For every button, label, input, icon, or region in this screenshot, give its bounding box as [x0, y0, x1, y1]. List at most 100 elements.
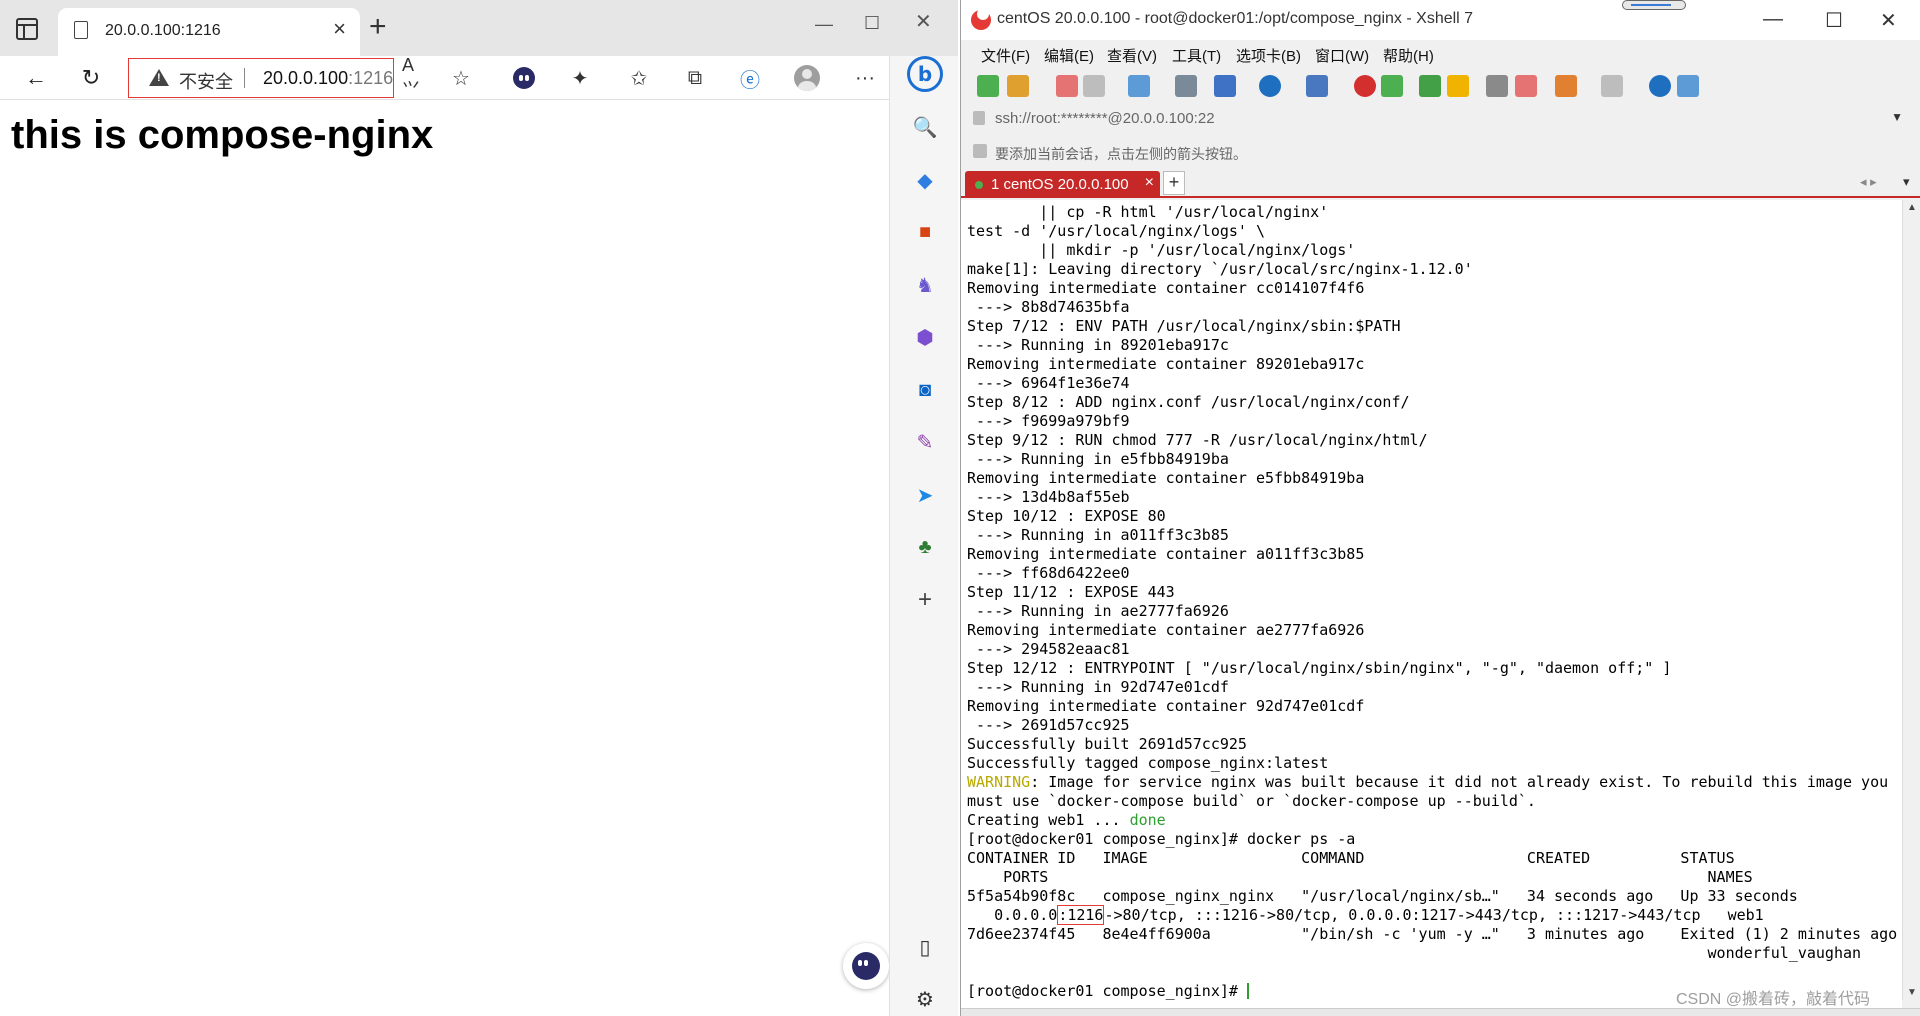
- security-label[interactable]: 不安全: [179, 68, 233, 94]
- floating-assistant-button[interactable]: [843, 943, 889, 989]
- tab-nav-arrows-icon[interactable]: ◂ ▸: [1860, 174, 1877, 190]
- terminal-line: Successfully built 2691d57cc925: [967, 735, 1902, 754]
- properties-icon[interactable]: [1128, 75, 1150, 97]
- maximize-icon[interactable]: ☐: [864, 13, 880, 33]
- scroll-up-icon[interactable]: ▲: [1907, 202, 1917, 213]
- new-session-icon[interactable]: [977, 75, 999, 97]
- tab-actions-icon[interactable]: [16, 18, 38, 40]
- add-favorite-icon[interactable]: ☆: [447, 64, 475, 92]
- terminal-line: ---> Running in e5fbb84919ba: [967, 450, 1902, 469]
- url-text[interactable]: 20.0.0.100:1216: [263, 68, 393, 89]
- terminal-line: wonderful_vaughan: [967, 944, 1902, 963]
- shopping-tag-icon[interactable]: ◆: [912, 167, 938, 193]
- terminal-line: Removing intermediate container 89201eba…: [967, 355, 1902, 374]
- tile-icon[interactable]: [1601, 75, 1623, 97]
- highlight-icon[interactable]: [1515, 75, 1537, 97]
- xshell-icon[interactable]: [1354, 75, 1376, 97]
- office-icon[interactable]: ⬢: [912, 324, 938, 350]
- minimize-icon[interactable]: —: [815, 14, 833, 34]
- search-icon[interactable]: 🔍: [912, 114, 938, 140]
- address-separator: [244, 68, 245, 88]
- sidebar-layout-icon[interactable]: ▯: [912, 934, 938, 960]
- menu-file[interactable]: 文件(F): [981, 45, 1030, 66]
- close-window-icon[interactable]: ✕: [915, 12, 932, 32]
- session-address-bar[interactable]: ssh://root:********@20.0.0.100:22 ▼: [973, 106, 1909, 132]
- warning-icon[interactable]: [149, 69, 169, 86]
- terminal-output[interactable]: || cp -R html '/usr/local/nginx' test -d …: [961, 200, 1902, 1010]
- terminal-line: Step 11/12 : EXPOSE 443: [967, 583, 1902, 602]
- menu-tabs[interactable]: 选项卡(B): [1236, 45, 1301, 66]
- menu-help[interactable]: 帮助(H): [1383, 45, 1434, 66]
- terminal-line: ---> 8b8d74635bfa: [967, 298, 1902, 317]
- lock-icon[interactable]: [1447, 75, 1469, 97]
- bookmark-icon[interactable]: [973, 144, 987, 158]
- maximize-icon[interactable]: ☐: [1825, 8, 1843, 33]
- help-icon[interactable]: [1649, 75, 1671, 97]
- terminal-text: Removing intermediate container ae2777fa…: [967, 621, 1365, 639]
- send-icon[interactable]: ➤: [912, 482, 938, 508]
- read-aloud-icon[interactable]: A⺍: [402, 55, 430, 100]
- keyboard-icon[interactable]: [1486, 75, 1508, 97]
- terminal-text: ---> Running in 89201eba917c: [967, 336, 1229, 354]
- chat-icon[interactable]: [1677, 75, 1699, 97]
- compose-bar-toggle[interactable]: [1622, 0, 1686, 10]
- browser-tab-active[interactable]: 20.0.0.100:1216 ×: [58, 8, 360, 56]
- edit-icon[interactable]: ✎: [912, 429, 938, 455]
- add-icon[interactable]: +: [912, 586, 938, 613]
- puzzle-icon[interactable]: ✦: [566, 64, 594, 92]
- terminal-text: Creating web1 ...: [967, 811, 1130, 829]
- menu-window[interactable]: 窗口(W): [1315, 45, 1369, 66]
- terminal-line: PORTS NAMES: [967, 868, 1902, 887]
- layout-icon[interactable]: [1214, 75, 1236, 97]
- back-arrow-icon[interactable]: ←: [22, 64, 50, 92]
- outlook-icon[interactable]: ◙: [912, 377, 938, 403]
- terminal-text: PORTS NAMES: [967, 868, 1753, 886]
- menu-edit[interactable]: 编辑(E): [1044, 45, 1094, 66]
- refresh-icon[interactable]: ↻: [77, 64, 105, 92]
- menu-tools[interactable]: 工具(T): [1172, 45, 1221, 66]
- globe-icon[interactable]: [1259, 75, 1281, 97]
- session-tab[interactable]: 1 centOS 20.0.0.100 ×: [965, 171, 1160, 198]
- connect-icon[interactable]: [1056, 75, 1078, 97]
- add-session-icon[interactable]: +: [1163, 171, 1185, 195]
- favorites-icon[interactable]: ✩: [625, 64, 653, 92]
- xftp-icon[interactable]: [1381, 75, 1403, 97]
- games-icon[interactable]: ♞: [912, 272, 938, 298]
- session-tab-label: 1 centOS 20.0.0.100: [991, 176, 1129, 193]
- scroll-down-icon[interactable]: ▼: [1907, 987, 1917, 998]
- terminal-line: ---> Running in ae2777fa6926: [967, 602, 1902, 621]
- fullscreen-icon[interactable]: [1419, 75, 1441, 97]
- terminal-scrollbar[interactable]: ▲ ▼: [1902, 200, 1920, 1000]
- settings-gear-icon[interactable]: ⚙: [912, 986, 938, 1012]
- edge-bar-icon[interactable]: ⓔ: [736, 64, 764, 92]
- minimize-icon[interactable]: —: [1763, 8, 1783, 31]
- more-dots-icon[interactable]: ···: [851, 64, 879, 92]
- close-tab-icon[interactable]: ×: [333, 18, 346, 40]
- terminal-text: Step 7/12 : ENV PATH /usr/local/nginx/sb…: [967, 317, 1401, 335]
- address-bar[interactable]: 不安全 20.0.0.100:1216: [128, 58, 394, 98]
- font-icon[interactable]: [1306, 75, 1328, 97]
- tools-icon[interactable]: ■: [912, 219, 938, 245]
- new-tab-icon[interactable]: +: [369, 12, 387, 42]
- close-icon[interactable]: ×: [1145, 174, 1154, 192]
- disconnect-icon[interactable]: [1083, 75, 1105, 97]
- edge-sidebar: b 🔍 ◆ ■ ♞ ⬢ ◙ ✎ ➤ ♣ + ▯ ⚙: [889, 56, 958, 1016]
- collections-icon[interactable]: ⧉: [681, 64, 709, 92]
- terminal-line: ---> Running in 89201eba917c: [967, 336, 1902, 355]
- close-window-icon[interactable]: ✕: [1880, 8, 1897, 33]
- add-folder-icon[interactable]: [1555, 75, 1577, 97]
- terminal-line: ---> ff68d6422ee0: [967, 564, 1902, 583]
- find-icon[interactable]: [1175, 75, 1197, 97]
- bing-icon[interactable]: b: [907, 56, 943, 92]
- tree-icon[interactable]: ♣: [912, 534, 938, 560]
- menu-view[interactable]: 查看(V): [1107, 45, 1157, 66]
- terminal-text: ---> 13d4b8af55eb: [967, 488, 1130, 506]
- done-status: done: [1129, 811, 1166, 829]
- chevron-down-icon[interactable]: ▼: [1891, 110, 1903, 124]
- session-address[interactable]: ssh://root:********@20.0.0.100:22: [995, 110, 1215, 127]
- tab-list-dropdown-icon[interactable]: ▾: [1903, 174, 1910, 190]
- profile-avatar[interactable]: [793, 64, 821, 92]
- extension-icon[interactable]: [510, 64, 538, 92]
- open-folder-icon[interactable]: [1007, 75, 1029, 97]
